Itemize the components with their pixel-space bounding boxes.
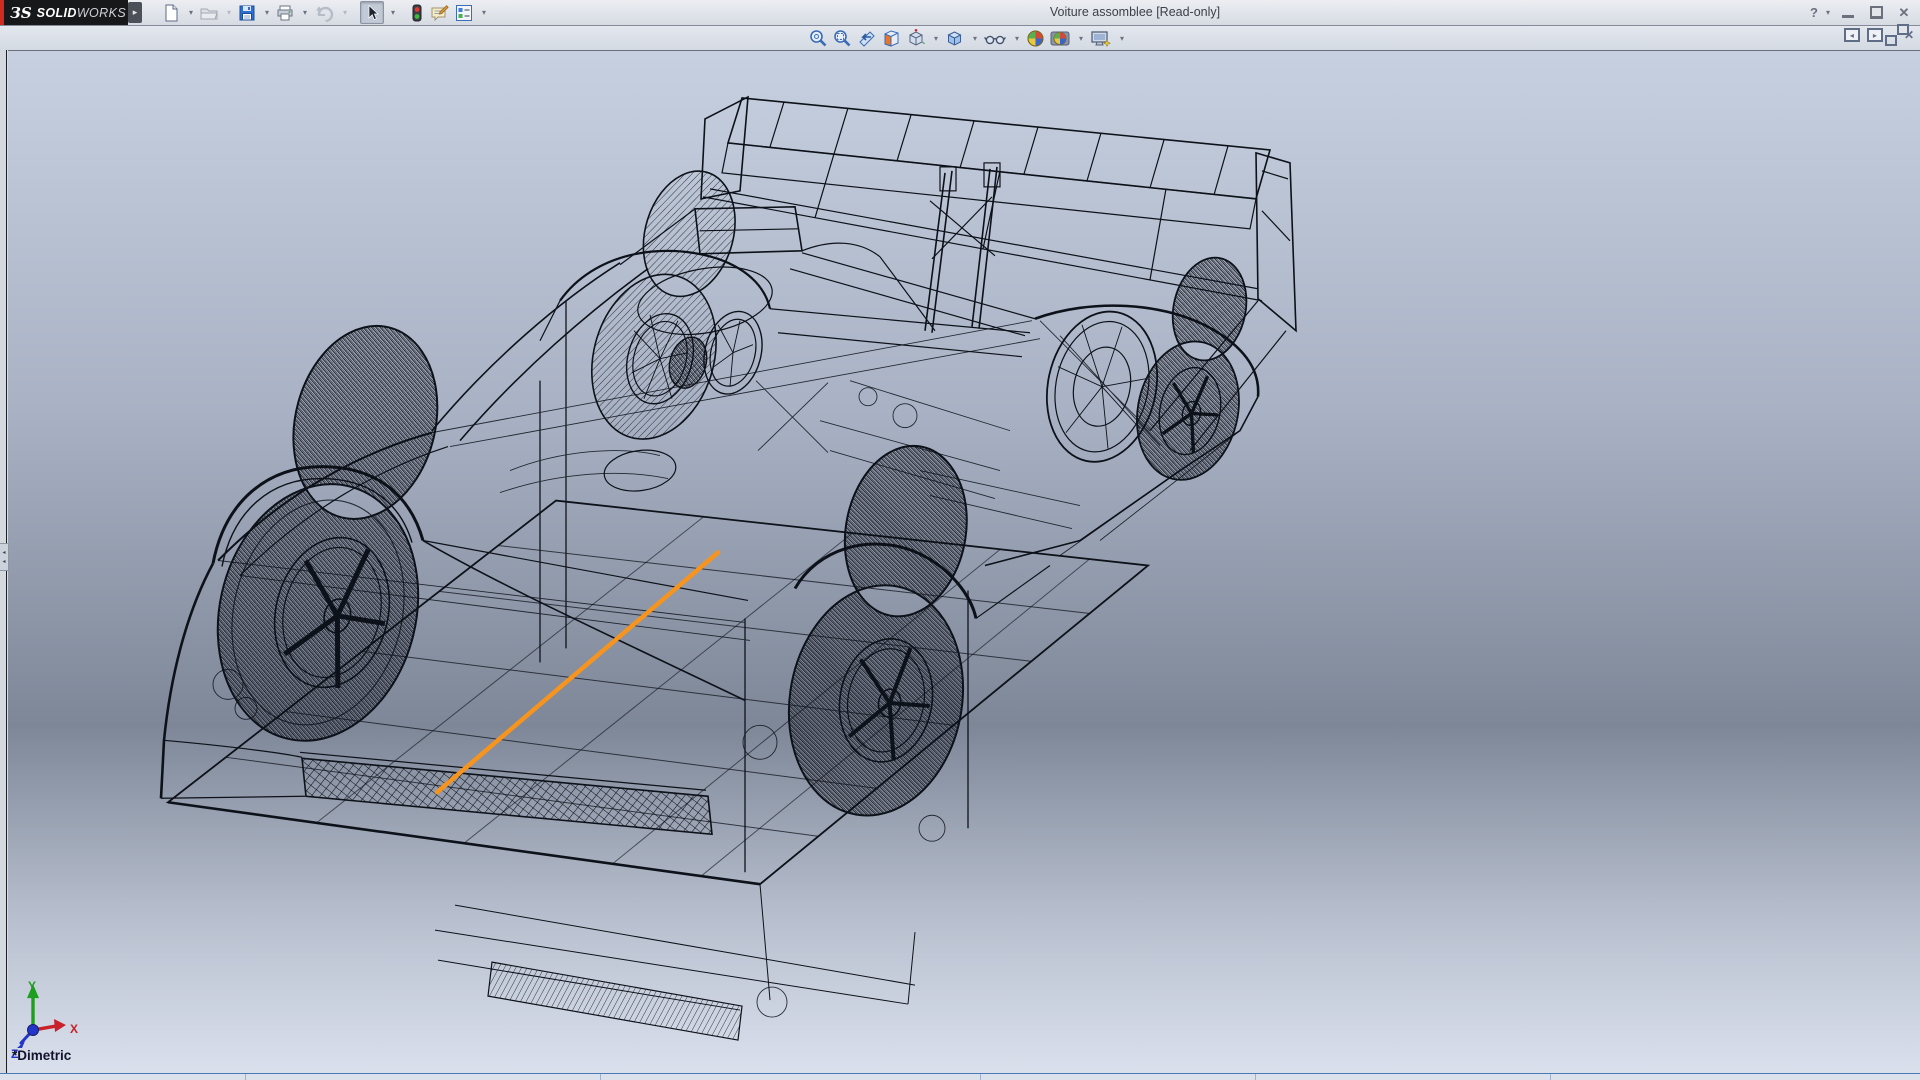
undo-dropdown[interactable]: ▾	[340, 8, 350, 17]
section-view-icon	[882, 29, 901, 48]
status-bar	[0, 1073, 1920, 1080]
window-controls: ? ▾ ✕	[1804, 0, 1914, 25]
front-left-wheel	[191, 304, 484, 762]
undo-icon	[314, 4, 334, 22]
zoom-to-area-icon	[833, 29, 852, 48]
hide-show-dropdown[interactable]: ▾	[1012, 34, 1022, 43]
toolbar-expand-button[interactable]: ▸	[128, 2, 142, 23]
apply-scene-button[interactable]	[1049, 28, 1071, 48]
help-button[interactable]: ?	[1804, 3, 1824, 23]
open-button[interactable]	[198, 1, 220, 24]
options-button[interactable]	[453, 1, 475, 24]
triad-y-label: Y	[28, 979, 36, 993]
rebuild-button[interactable]	[408, 1, 426, 24]
save-floppy-icon	[238, 4, 256, 22]
open-folder-icon	[200, 4, 218, 22]
solidworks-logo: ЗS SOLIDWORKS	[0, 0, 128, 25]
display-style-icon	[945, 29, 964, 48]
print-button[interactable]	[274, 1, 296, 24]
brand-name-light: WORKS	[77, 6, 126, 20]
chrome-row: ▾ ▾ ▾	[0, 26, 1920, 50]
minimize-button[interactable]	[1838, 3, 1858, 23]
document-window-controls: ◂ ▸ ✕	[1844, 28, 1914, 42]
view-settings-icon	[1090, 29, 1111, 48]
solidworks-window: ЗS SOLIDWORKS ▸ ▾ ▾	[0, 0, 1920, 1080]
eyeglasses-icon	[984, 29, 1006, 48]
restore-icon	[1870, 7, 1883, 18]
view-orientation-label: *Dimetric	[12, 1048, 71, 1063]
section-view-button[interactable]	[881, 28, 902, 48]
options-dropdown[interactable]: ▾	[479, 8, 489, 17]
zoom-to-area-button[interactable]	[832, 28, 853, 48]
triad-x-label: X	[70, 1022, 78, 1036]
collapse-arrow-icon: ◂	[2, 550, 5, 556]
view-settings-dropdown[interactable]: ▾	[1117, 34, 1127, 43]
print-icon	[276, 4, 294, 22]
previous-view-button[interactable]	[856, 28, 878, 48]
display-style-dropdown[interactable]: ▾	[970, 34, 980, 43]
view-orientation-button[interactable]	[905, 28, 926, 48]
front-grille-mesh	[300, 752, 742, 1040]
view-orientation-dropdown[interactable]: ▾	[931, 34, 941, 43]
display-style-button[interactable]	[944, 28, 965, 48]
titlebar: ЗS SOLIDWORKS ▸ ▾ ▾	[0, 0, 1920, 26]
apply-scene-icon	[1050, 29, 1070, 48]
selected-edge-highlight[interactable]	[437, 553, 718, 793]
previous-view-icon	[857, 29, 877, 48]
hide-show-items-button[interactable]	[983, 28, 1007, 48]
new-dropdown[interactable]: ▾	[186, 8, 196, 17]
options-list-icon	[455, 4, 473, 22]
select-tool-button[interactable]	[360, 1, 384, 24]
logo-accent	[0, 0, 4, 25]
new-document-button[interactable]	[160, 1, 182, 24]
undo-button[interactable]	[312, 1, 336, 24]
save-dropdown[interactable]: ▾	[262, 8, 272, 17]
edit-appearance-button[interactable]	[1025, 28, 1046, 48]
document-title: Voiture assomblee [Read-only]	[1050, 5, 1220, 19]
close-button[interactable]: ✕	[1894, 3, 1914, 23]
rear-right-wheels	[1033, 248, 1269, 490]
annotation-note-button[interactable]	[428, 1, 451, 24]
appearance-ball-icon	[1026, 29, 1045, 48]
standard-toolbar: ▾ ▾ ▾	[160, 0, 489, 25]
view-orientation-icon	[906, 29, 925, 48]
ds-logo-mark: ЗS	[10, 4, 32, 22]
view-settings-button[interactable]	[1089, 28, 1112, 48]
new-document-icon	[162, 4, 180, 22]
headsup-view-toolbar: ▾ ▾ ▾	[808, 28, 1127, 48]
front-right-wheel	[573, 156, 770, 454]
help-dropdown[interactable]: ▾	[1826, 8, 1830, 17]
annotation-note-icon	[430, 4, 449, 22]
select-cursor-icon	[363, 4, 381, 22]
zoom-to-fit-button[interactable]	[808, 28, 829, 48]
brand-name-bold: SOLID	[37, 6, 77, 20]
expand-arrow-icon: ▸	[133, 7, 138, 18]
featuremanager-collapse-tab[interactable]: ◂ ◂	[0, 543, 9, 571]
print-dropdown[interactable]: ▾	[300, 8, 310, 17]
graphics-viewport[interactable]: X Y Z *Dimetric ◂ ◂	[8, 50, 1920, 1073]
open-dropdown[interactable]: ▾	[224, 8, 234, 17]
collapse-arrow-icon: ◂	[2, 559, 5, 565]
show-left-pane-button[interactable]: ◂	[1844, 28, 1860, 42]
restore-button[interactable]	[1866, 3, 1886, 23]
save-button[interactable]	[236, 1, 258, 24]
zoom-to-fit-icon	[809, 29, 828, 48]
traffic-light-icon	[410, 4, 424, 22]
select-dropdown[interactable]: ▾	[388, 8, 398, 17]
minimize-icon	[1842, 15, 1854, 18]
apply-scene-dropdown[interactable]: ▾	[1076, 34, 1086, 43]
show-right-pane-button[interactable]: ▸	[1867, 28, 1883, 42]
wireframe-car-model: X Y Z	[8, 51, 1920, 1073]
